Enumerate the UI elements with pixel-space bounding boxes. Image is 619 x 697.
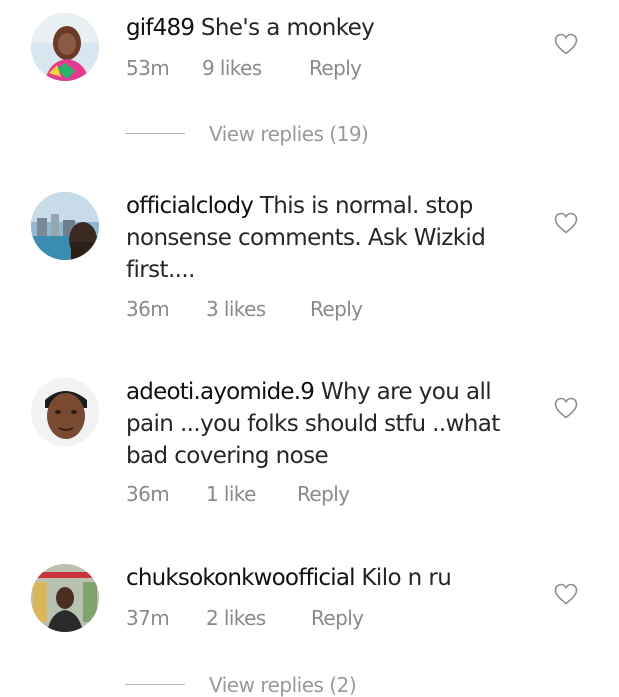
view-replies-label: View replies (19) bbox=[209, 122, 369, 146]
comment-body: gif489 She's a monkey bbox=[126, 12, 526, 44]
like-heart-icon[interactable] bbox=[554, 583, 578, 605]
view-replies-button[interactable]: View replies (2) bbox=[125, 673, 357, 697]
comment-meta: 36m 1 like Reply bbox=[126, 482, 350, 506]
comment-meta: 53m 9 likes Reply bbox=[126, 56, 362, 80]
comment-text: Kilo n ru bbox=[361, 565, 452, 591]
view-replies-button[interactable]: View replies (19) bbox=[125, 122, 369, 146]
reply-button[interactable]: Reply bbox=[311, 606, 364, 630]
view-replies-label: View replies (2) bbox=[209, 673, 357, 697]
comment-likes[interactable]: 1 like bbox=[206, 482, 297, 506]
comment-username[interactable]: officialclody bbox=[126, 193, 254, 219]
avatar-image bbox=[31, 378, 99, 446]
reply-button[interactable]: Reply bbox=[310, 297, 363, 321]
avatar-image bbox=[31, 192, 99, 260]
divider-line bbox=[125, 133, 185, 134]
comment-username[interactable]: gif489 bbox=[126, 15, 195, 41]
avatar-gif489[interactable] bbox=[31, 13, 99, 81]
comment-meta: 37m 2 likes Reply bbox=[126, 606, 364, 630]
comment-likes[interactable]: 2 likes bbox=[206, 606, 311, 630]
comment-text: She's a monkey bbox=[200, 15, 375, 41]
divider-line bbox=[125, 684, 185, 685]
comment-time: 36m bbox=[126, 297, 170, 321]
reply-button[interactable]: Reply bbox=[309, 56, 362, 80]
comment-username[interactable]: chuksokonkwoofficial bbox=[126, 565, 356, 591]
comment-username[interactable]: adeoti.ayomide.9 bbox=[126, 379, 315, 405]
comment-time: 53m bbox=[126, 56, 170, 80]
comment-meta: 36m 3 likes Reply bbox=[126, 297, 363, 321]
avatar-officialclody[interactable] bbox=[31, 192, 99, 260]
like-heart-icon[interactable] bbox=[554, 212, 578, 234]
avatar-image bbox=[31, 13, 99, 81]
comment-time: 37m bbox=[126, 606, 170, 630]
comment-body: chuksokonkwoofficial Kilo n ru bbox=[126, 562, 526, 594]
comment-time: 36m bbox=[126, 482, 170, 506]
like-heart-icon[interactable] bbox=[554, 397, 578, 419]
avatar-chuksokonkwo[interactable] bbox=[31, 564, 99, 632]
avatar-adeoti[interactable] bbox=[31, 378, 99, 446]
like-heart-icon[interactable] bbox=[554, 33, 578, 55]
reply-button[interactable]: Reply bbox=[297, 482, 350, 506]
comment-body: adeoti.ayomide.9 Why are you all pain ..… bbox=[126, 376, 526, 472]
comment-likes[interactable]: 9 likes bbox=[202, 56, 309, 80]
comment-likes[interactable]: 3 likes bbox=[206, 297, 310, 321]
avatar-image bbox=[31, 564, 99, 632]
comment-body: officialclody This is normal. stop nonse… bbox=[126, 190, 526, 286]
